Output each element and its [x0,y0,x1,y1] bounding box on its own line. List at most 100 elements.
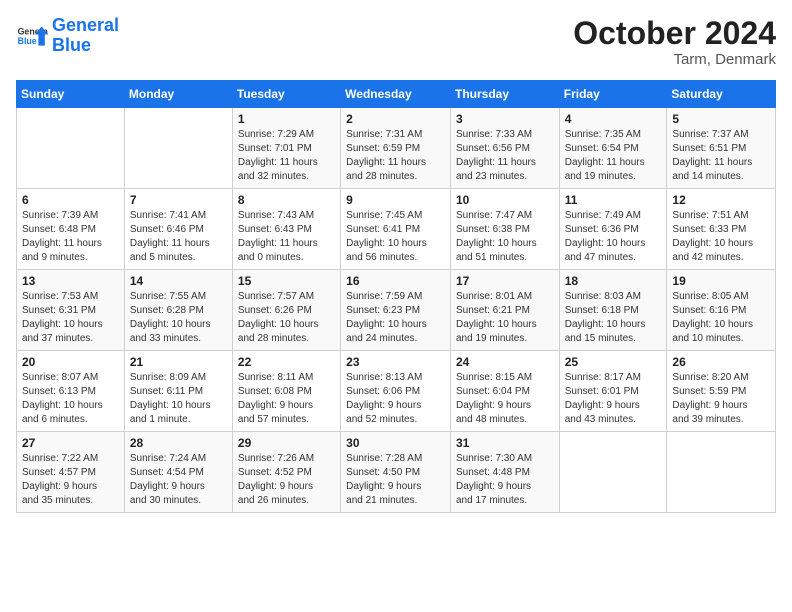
day-number: 30 [346,436,445,450]
day-number: 10 [456,193,554,207]
day-number: 22 [238,355,335,369]
calendar-cell: 4 Sunrise: 7:35 AM Sunset: 6:54 PM Daylig… [559,108,667,189]
day-info: Sunrise: 8:03 AM Sunset: 6:18 PM Dayligh… [565,290,662,346]
day-number: 14 [130,274,227,288]
day-info: Sunrise: 7:49 AM Sunset: 6:36 PM Dayligh… [565,209,662,265]
day-number: 27 [22,436,119,450]
calendar-cell: 7Sunrise: 7:41 AM Sunset: 6:46 PM Daylig… [124,189,232,270]
day-info: Sunrise: 8:01 AM Sunset: 6:21 PM Dayligh… [456,290,554,346]
day-number: 24 [456,355,554,369]
day-info: Sunrise: 7:57 AM Sunset: 6:26 PM Dayligh… [238,290,335,346]
day-info: Sunrise: 7:39 AM Sunset: 6:48 PM Dayligh… [22,209,119,265]
calendar-week-3: 13 Sunrise: 7:53 AM Sunset: 6:31 PM Dayli… [17,270,776,351]
column-header-friday: Friday [559,81,667,108]
day-info: Sunrise: 7:31 AM Sunset: 6:59 PM Dayligh… [346,128,445,184]
calendar-cell: 15 Sunrise: 7:57 AM Sunset: 6:26 PM Dayli… [232,270,340,351]
day-info: Sunrise: 7:24 AM Sunset: 4:54 PM Dayligh… [130,452,227,508]
calendar-cell: 3 Sunrise: 7:33 AM Sunset: 6:56 PM Daylig… [450,108,559,189]
calendar-cell: 18 Sunrise: 8:03 AM Sunset: 6:18 PM Dayli… [559,270,667,351]
day-number: 31 [456,436,554,450]
calendar-cell: 2 Sunrise: 7:31 AM Sunset: 6:59 PM Daylig… [341,108,451,189]
calendar-cell: 12Sunrise: 7:51 AM Sunset: 6:33 PM Dayli… [667,189,776,270]
calendar-cell: 17 Sunrise: 8:01 AM Sunset: 6:21 PM Dayli… [450,270,559,351]
day-number: 5 [672,112,770,126]
day-number: 6 [22,193,119,207]
day-info: Sunrise: 7:45 AM Sunset: 6:41 PM Dayligh… [346,209,445,265]
location: Tarm, Denmark [573,51,776,68]
calendar-cell: 11 Sunrise: 7:49 AM Sunset: 6:36 PM Dayli… [559,189,667,270]
day-info: Sunrise: 7:55 AM Sunset: 6:28 PM Dayligh… [130,290,227,346]
day-info: Sunrise: 7:30 AM Sunset: 4:48 PM Dayligh… [456,452,554,508]
calendar-cell [17,108,125,189]
day-info: Sunrise: 8:11 AM Sunset: 6:08 PM Dayligh… [238,371,335,427]
day-info: Sunrise: 7:28 AM Sunset: 4:50 PM Dayligh… [346,452,445,508]
page-header: General Blue GeneralBlue October 2024 Ta… [16,16,776,68]
calendar-cell: 24 Sunrise: 8:15 AM Sunset: 6:04 PM Dayli… [450,351,559,432]
calendar-cell: 27Sunrise: 7:22 AM Sunset: 4:57 PM Dayli… [17,432,125,513]
day-number: 12 [672,193,770,207]
calendar-cell: 20 Sunrise: 8:07 AM Sunset: 6:13 PM Dayli… [17,351,125,432]
calendar-cell: 30 Sunrise: 7:28 AM Sunset: 4:50 PM Dayli… [341,432,451,513]
calendar-cell: 25Sunrise: 8:17 AM Sunset: 6:01 PM Dayli… [559,351,667,432]
column-header-wednesday: Wednesday [341,81,451,108]
day-number: 26 [672,355,770,369]
calendar-cell: 6 Sunrise: 7:39 AM Sunset: 6:48 PM Daylig… [17,189,125,270]
day-number: 4 [565,112,662,126]
calendar-week-5: 27Sunrise: 7:22 AM Sunset: 4:57 PM Dayli… [17,432,776,513]
day-number: 25 [565,355,662,369]
calendar-cell: 19 Sunrise: 8:05 AM Sunset: 6:16 PM Dayli… [667,270,776,351]
day-number: 19 [672,274,770,288]
calendar-cell: 21 Sunrise: 8:09 AM Sunset: 6:11 PM Dayli… [124,351,232,432]
calendar-cell: 13 Sunrise: 7:53 AM Sunset: 6:31 PM Dayli… [17,270,125,351]
calendar-cell: 26 Sunrise: 8:20 AM Sunset: 5:59 PM Dayli… [667,351,776,432]
calendar-cell: 29Sunrise: 7:26 AM Sunset: 4:52 PM Dayli… [232,432,340,513]
day-number: 16 [346,274,445,288]
calendar-cell [667,432,776,513]
calendar-cell: 31 Sunrise: 7:30 AM Sunset: 4:48 PM Dayli… [450,432,559,513]
calendar-week-4: 20 Sunrise: 8:07 AM Sunset: 6:13 PM Dayli… [17,351,776,432]
day-number: 3 [456,112,554,126]
column-header-saturday: Saturday [667,81,776,108]
svg-text:Blue: Blue [18,36,37,46]
day-number: 28 [130,436,227,450]
day-number: 23 [346,355,445,369]
day-number: 29 [238,436,335,450]
day-info: Sunrise: 8:07 AM Sunset: 6:13 PM Dayligh… [22,371,119,427]
day-number: 15 [238,274,335,288]
day-number: 21 [130,355,227,369]
day-info: Sunrise: 7:29 AM Sunset: 7:01 PM Dayligh… [238,128,335,184]
day-number: 13 [22,274,119,288]
logo-icon: General Blue [16,22,48,50]
day-info: Sunrise: 7:53 AM Sunset: 6:31 PM Dayligh… [22,290,119,346]
day-number: 17 [456,274,554,288]
month-title: October 2024 [573,16,776,51]
day-info: Sunrise: 7:35 AM Sunset: 6:54 PM Dayligh… [565,128,662,184]
day-info: Sunrise: 8:05 AM Sunset: 6:16 PM Dayligh… [672,290,770,346]
day-info: Sunrise: 7:37 AM Sunset: 6:51 PM Dayligh… [672,128,770,184]
calendar-cell: 16Sunrise: 7:59 AM Sunset: 6:23 PM Dayli… [341,270,451,351]
day-number: 18 [565,274,662,288]
day-info: Sunrise: 8:20 AM Sunset: 5:59 PM Dayligh… [672,371,770,427]
day-number: 11 [565,193,662,207]
day-info: Sunrise: 7:41 AM Sunset: 6:46 PM Dayligh… [130,209,227,265]
day-info: Sunrise: 8:09 AM Sunset: 6:11 PM Dayligh… [130,371,227,427]
day-number: 20 [22,355,119,369]
calendar-header-row: SundayMondayTuesdayWednesdayThursdayFrid… [17,81,776,108]
title-block: October 2024 Tarm, Denmark [573,16,776,68]
calendar-cell: 8 Sunrise: 7:43 AM Sunset: 6:43 PM Daylig… [232,189,340,270]
column-header-sunday: Sunday [17,81,125,108]
column-header-monday: Monday [124,81,232,108]
calendar-cell: 23 Sunrise: 8:13 AM Sunset: 6:06 PM Dayli… [341,351,451,432]
calendar-cell: 10Sunrise: 7:47 AM Sunset: 6:38 PM Dayli… [450,189,559,270]
day-info: Sunrise: 7:43 AM Sunset: 6:43 PM Dayligh… [238,209,335,265]
day-number: 2 [346,112,445,126]
day-info: Sunrise: 8:15 AM Sunset: 6:04 PM Dayligh… [456,371,554,427]
day-info: Sunrise: 8:13 AM Sunset: 6:06 PM Dayligh… [346,371,445,427]
calendar-week-1: 1 Sunrise: 7:29 AM Sunset: 7:01 PM Daylig… [17,108,776,189]
calendar-cell: 22 Sunrise: 8:11 AM Sunset: 6:08 PM Dayli… [232,351,340,432]
calendar-cell: 14 Sunrise: 7:55 AM Sunset: 6:28 PM Dayli… [124,270,232,351]
day-number: 8 [238,193,335,207]
day-info: Sunrise: 7:33 AM Sunset: 6:56 PM Dayligh… [456,128,554,184]
day-number: 1 [238,112,335,126]
logo-text: GeneralBlue [52,16,119,56]
